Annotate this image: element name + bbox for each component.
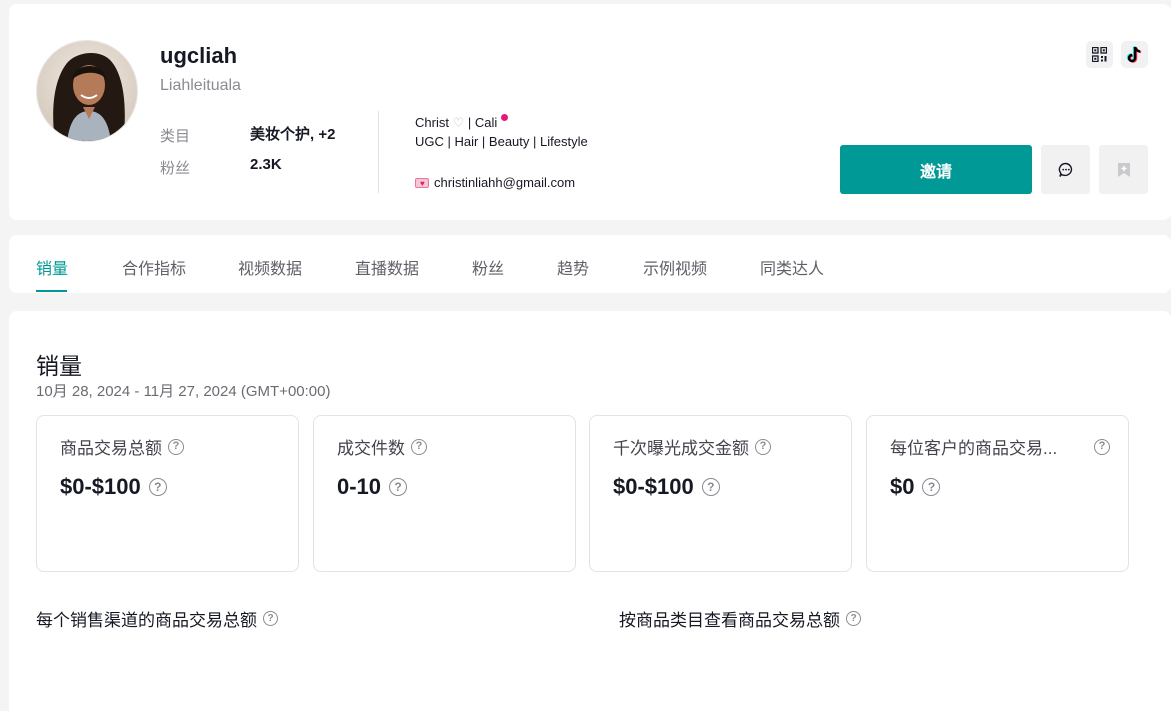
metric-value: $0-$100 ?: [613, 474, 720, 500]
bio-line-2: UGC | Hair | Beauty | Lifestyle: [415, 134, 588, 149]
tab-similar-creators[interactable]: 同类达人: [760, 255, 824, 279]
tab-trends[interactable]: 趋势: [557, 255, 589, 279]
bio-line-1: Christ ♡ | Cali: [415, 114, 508, 131]
bio-email[interactable]: christinliahh@gmail.com: [434, 175, 575, 190]
metric-card-gmv: 商品交易总额 ? $0-$100 ?: [36, 415, 299, 572]
help-icon[interactable]: ?: [755, 438, 771, 455]
category-value[interactable]: 美妆个护, +2: [250, 123, 335, 144]
white-heart-icon: ♡: [452, 115, 465, 130]
metric-value: $0 ?: [890, 474, 941, 500]
metric-label-text: 成交件数: [337, 439, 405, 458]
metric-card-units-sold: 成交件数 ? 0-10 ?: [313, 415, 576, 572]
tab-sample-videos[interactable]: 示例视频: [643, 255, 707, 279]
category-gmv-title: 按商品类目查看商品交易总额 ?: [619, 606, 861, 631]
avatar[interactable]: [36, 40, 138, 142]
active-tab-indicator: [36, 290, 67, 292]
channel-gmv-title: 每个销售渠道的商品交易总额 ?: [36, 606, 278, 631]
qr-code-button[interactable]: [1086, 41, 1113, 68]
sales-section: 销量 10月 28, 2024 - 11月 27, 2024 (GMT+00:0…: [9, 311, 1171, 711]
save-button[interactable]: [1099, 145, 1148, 194]
bio-text-cali: | Cali: [467, 115, 498, 130]
help-icon[interactable]: ?: [846, 611, 861, 626]
love-letter-icon: ♥: [415, 178, 429, 188]
help-icon[interactable]: ?: [411, 438, 427, 455]
metric-value: 0-10 ?: [337, 474, 408, 500]
tab-collaboration-metrics[interactable]: 合作指标: [122, 255, 186, 279]
metric-value-text: $0: [890, 474, 915, 499]
help-icon[interactable]: ?: [263, 611, 278, 626]
tab-bar: 销量 合作指标 视频数据 直播数据 粉丝 趋势 示例视频 同类达人: [9, 235, 1171, 293]
bio-text-christ: Christ: [415, 115, 449, 130]
metric-value-text: $0-$100: [613, 474, 694, 499]
metric-value: $0-$100 ?: [60, 474, 167, 500]
metric-label-text: 每位客户的商品交易...: [890, 439, 1058, 458]
invite-button[interactable]: 邀请: [840, 145, 1032, 194]
help-icon[interactable]: ?: [148, 478, 167, 496]
metric-card-gpm: 千次曝光成交金额 ? $0-$100 ?: [589, 415, 852, 572]
bookmark-plus-icon: [1117, 162, 1130, 177]
nickname: Liahleituala: [160, 77, 241, 94]
category-label: 类目: [160, 128, 191, 145]
qr-code-icon: [1092, 47, 1107, 62]
metric-label: 千次曝光成交金额 ?: [613, 434, 771, 459]
pin-icon: [500, 114, 508, 121]
metric-label-text: 商品交易总额: [60, 439, 162, 458]
metric-card-gmv-per-customer: 每位客户的商品交易... ? $0 ?: [866, 415, 1129, 572]
help-icon[interactable]: ?: [922, 478, 941, 496]
date-range: 10月 28, 2024 - 11月 27, 2024 (GMT+00:00): [36, 383, 331, 400]
category-gmv-title-text: 按商品类目查看商品交易总额: [619, 611, 840, 630]
tiktok-logo-icon: [1126, 45, 1142, 63]
metric-value-text: $0-$100: [60, 474, 141, 499]
tab-live-data[interactable]: 直播数据: [355, 255, 419, 279]
section-title: 销量: [36, 353, 82, 379]
chat-bubble-icon: [1058, 162, 1072, 177]
metric-label: 成交件数 ?: [337, 434, 427, 459]
help-icon[interactable]: ?: [389, 478, 408, 496]
metric-value-text: 0-10: [337, 474, 382, 499]
metric-label-text: 千次曝光成交金额: [613, 439, 749, 458]
tab-sales[interactable]: 销量: [36, 255, 68, 279]
creator-profile-card: ugcliah Liahleituala 类目 美妆个护, +2 粉丝 2.3K…: [9, 4, 1171, 220]
followers-value: 2.3K: [250, 156, 282, 173]
channel-gmv-title-text: 每个销售渠道的商品交易总额: [36, 611, 257, 630]
metric-label: 每位客户的商品交易... ?: [890, 434, 1110, 459]
followers-label: 粉丝: [160, 160, 191, 177]
message-button[interactable]: [1041, 145, 1090, 194]
help-icon[interactable]: ?: [701, 478, 720, 496]
tab-followers[interactable]: 粉丝: [472, 255, 504, 279]
tab-video-data[interactable]: 视频数据: [238, 255, 302, 279]
username: ugcliah: [160, 43, 238, 68]
metric-label: 商品交易总额 ?: [60, 434, 184, 459]
help-icon[interactable]: ?: [1094, 438, 1110, 455]
divider: [378, 111, 379, 193]
help-icon[interactable]: ?: [168, 438, 184, 455]
bio-email-line: ♥ christinliahh@gmail.com: [415, 175, 575, 190]
tiktok-button[interactable]: [1121, 41, 1148, 68]
